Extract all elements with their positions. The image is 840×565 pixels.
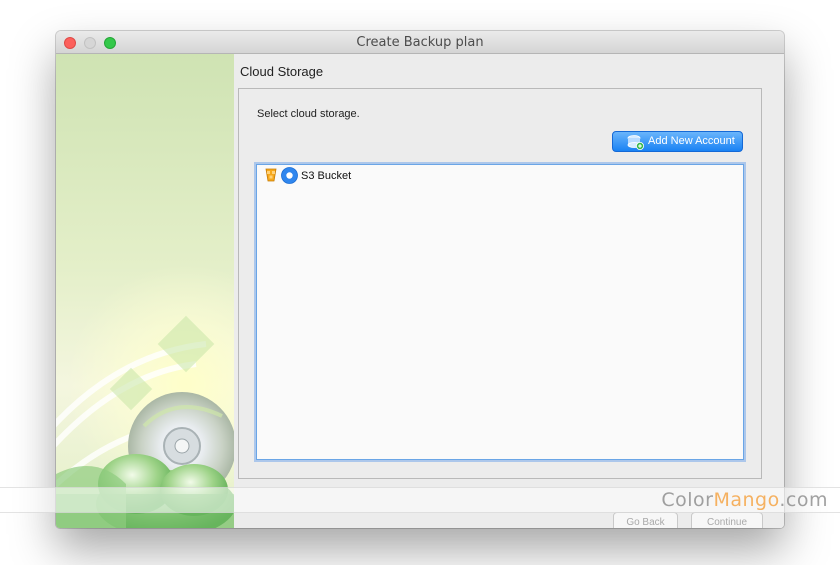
wizard-side-banner [56,54,234,528]
wizard-content: Cloud Storage Select cloud storage. Add … [234,54,784,528]
section-title: Cloud Storage [240,64,324,79]
radio-selected-icon[interactable] [281,167,298,184]
watermark-part-3: .com [779,489,828,511]
amazon-s3-icon [265,168,277,182]
titlebar: Create Backup plan [56,31,784,54]
window-title: Create Backup plan [356,35,484,50]
add-new-account-button[interactable]: Add New Account [612,131,743,152]
add-new-account-label: Add New Account [648,135,735,147]
disc-artwork-icon [56,315,234,528]
instructions-text: Select cloud storage. [257,108,360,120]
list-item-label: S3 Bucket [301,170,352,182]
go-back-button[interactable]: Go Back [613,512,678,528]
cloud-storage-panel: Select cloud storage. Add New Account S3… [238,88,762,479]
add-account-icon [627,135,644,150]
backup-plan-window: Create Backup plan Cloud Storage Select … [56,31,784,528]
continue-button[interactable]: Continue [691,512,763,528]
watermark-part-1: Color [661,489,714,511]
cloud-storage-list[interactable]: S3 Bucket [256,164,744,460]
watermark-part-2: Mango [713,489,780,511]
watermark-text: ColorMango.com [661,489,828,511]
